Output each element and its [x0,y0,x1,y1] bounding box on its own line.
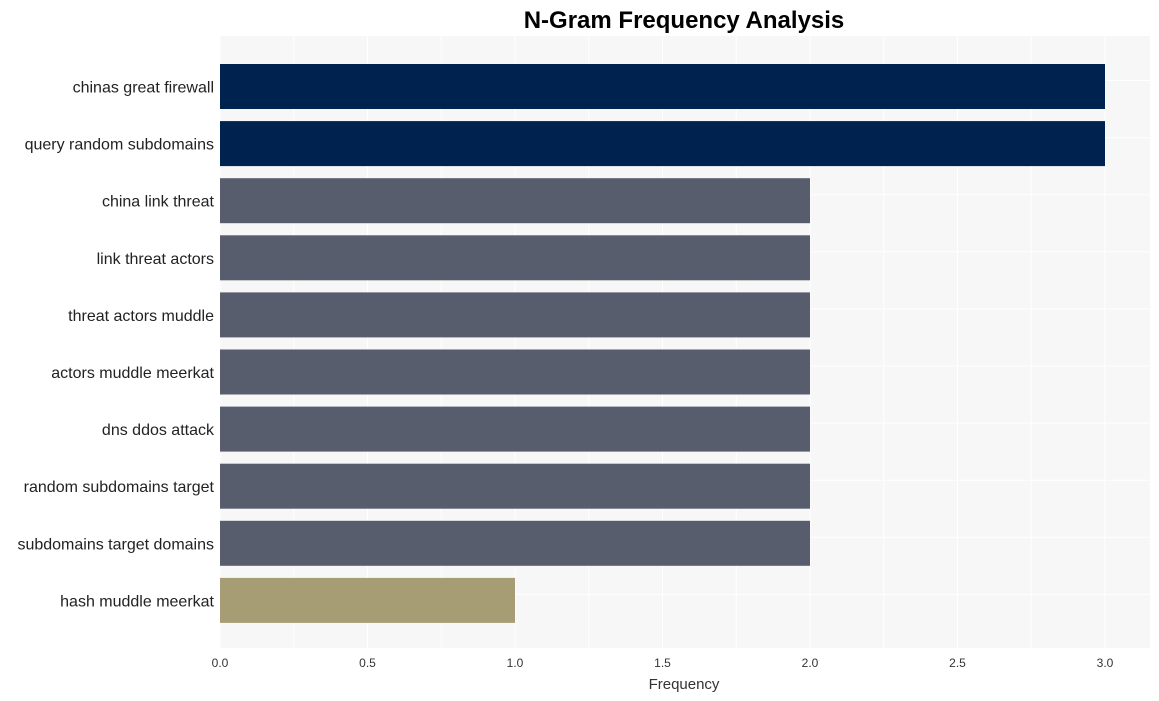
x-tick-label: 1.5 [654,656,671,670]
x-tick-label: 0.0 [212,656,229,670]
y-tick-label: subdomains target domains [17,536,214,553]
y-tick-label: chinas great firewall [73,80,214,97]
bar-chinas-great-firewall [220,64,1105,109]
bar-random-subdomains-target [220,463,810,509]
y-tick-label: link threat actors [97,251,214,268]
bar-actors-muddle-meerkat [220,349,810,395]
bar-subdomains-target-domains [220,520,810,566]
x-tick-labels: 0.0 0.5 1.0 1.5 2.0 2.5 3.0 [212,656,1114,670]
y-tick-label: dns ddos attack [102,422,215,439]
x-tick-label: 1.0 [507,656,524,670]
x-tick-label: 0.5 [359,656,376,670]
chart-title: N-Gram Frequency Analysis [524,7,845,34]
y-tick-label: china link threat [102,194,215,211]
x-tick-label: 3.0 [1097,656,1114,670]
y-tick-label: threat actors muddle [68,308,214,325]
bar-china-link-threat [220,178,810,224]
x-tick-label: 2.5 [949,656,966,670]
bar-threat-actors-muddle [220,292,810,338]
y-tick-label: query random subdomains [25,137,214,154]
y-tick-labels: chinas great firewall query random subdom… [17,80,215,611]
bar-hash-muddle-meerkat [220,577,515,623]
bar-dns-ddos-attack [220,406,810,452]
ngram-bar-chart: chinas great firewall query random subdom… [17,7,1150,693]
x-tick-label: 2.0 [802,656,819,670]
y-tick-label: random subdomains target [24,479,215,496]
x-axis-label: Frequency [649,676,720,693]
bar-link-threat-actors [220,235,810,281]
y-tick-label: actors muddle meerkat [51,365,214,382]
y-tick-label: hash muddle meerkat [60,593,214,610]
bar-query-random-subdomains [220,121,1105,167]
